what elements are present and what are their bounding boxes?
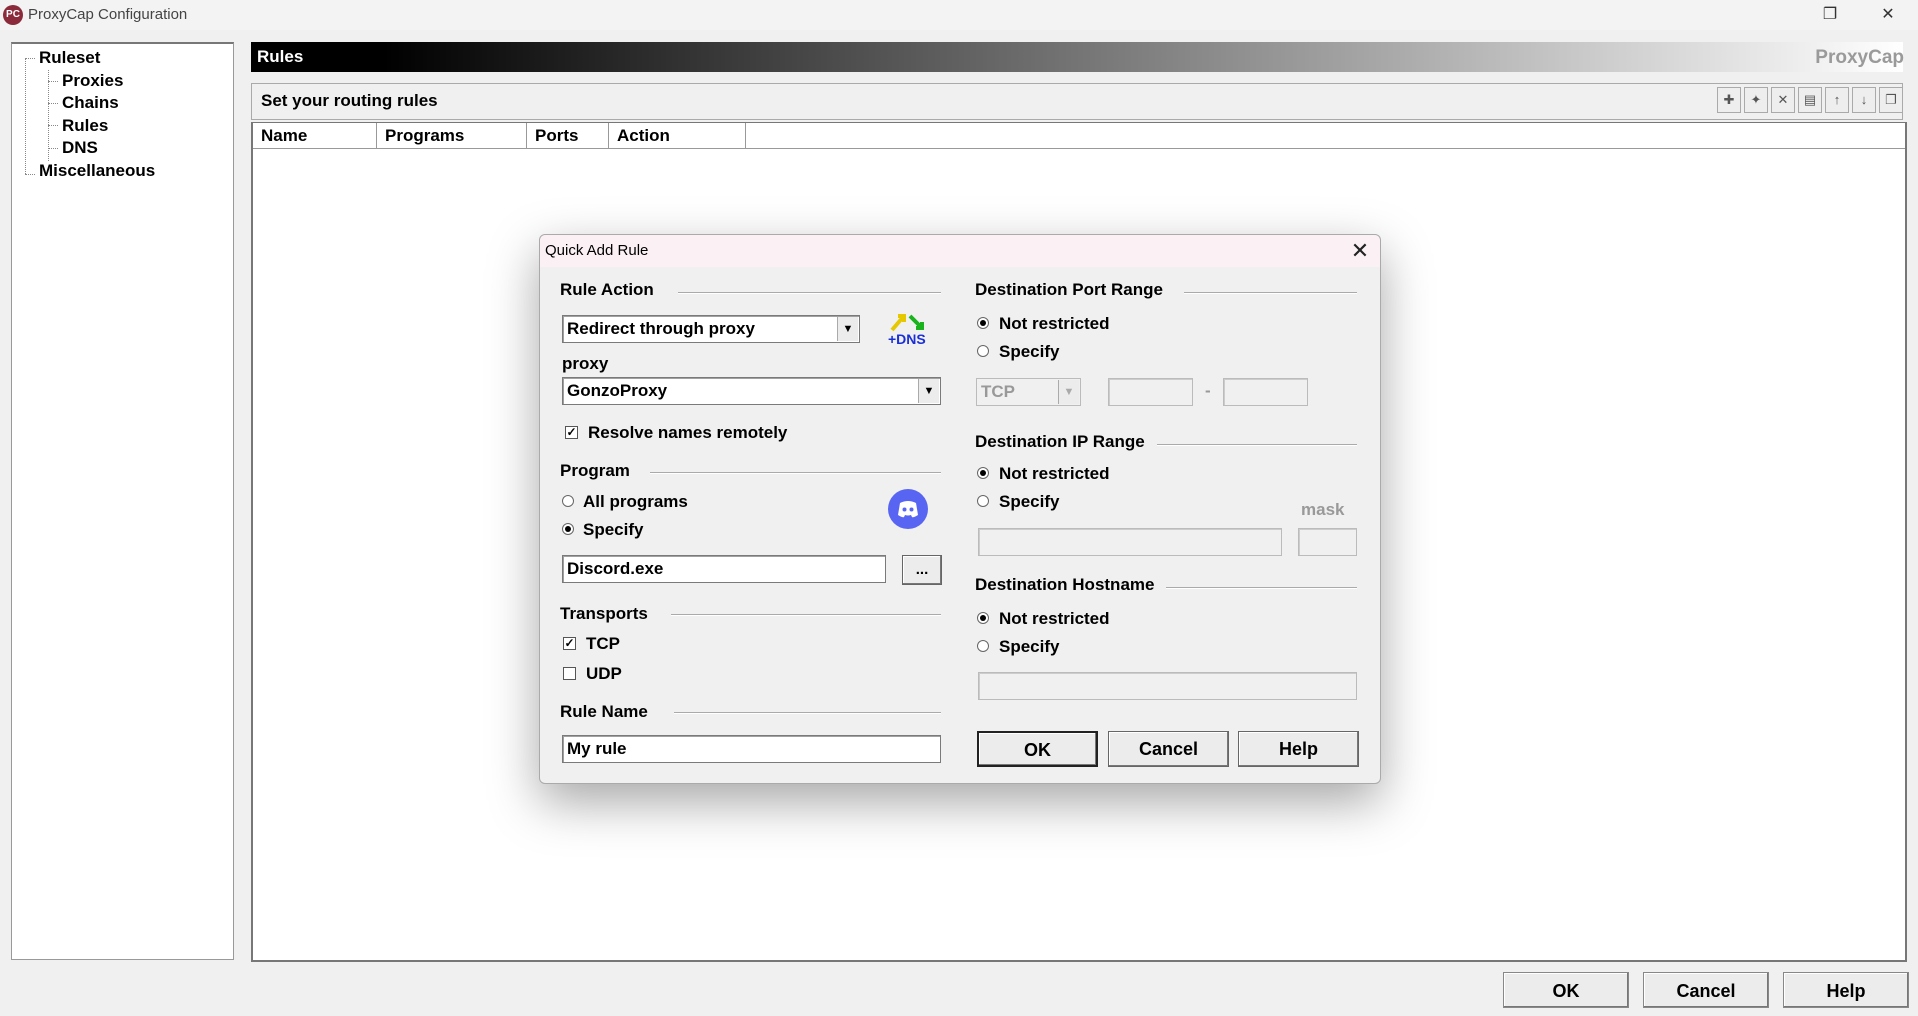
close-window-button[interactable]: ✕ bbox=[1860, 0, 1916, 30]
title-bar bbox=[0, 0, 1918, 30]
resolve-remotely-label[interactable]: Resolve names remotely bbox=[588, 423, 787, 443]
tcp-label[interactable]: TCP bbox=[586, 634, 620, 654]
app-icon: PC bbox=[3, 5, 23, 25]
rule-action-heading: Rule Action bbox=[560, 280, 654, 299]
tree-item-proxies[interactable]: Proxies bbox=[62, 71, 123, 91]
tree-item-miscellaneous[interactable]: Miscellaneous bbox=[39, 161, 155, 181]
resolve-remotely-checkbox[interactable]: ✓ bbox=[565, 426, 578, 439]
port-range-separator: - bbox=[1205, 381, 1211, 400]
subheader-bar bbox=[251, 83, 1903, 120]
dns-badge: +DNS bbox=[888, 331, 926, 347]
dialog-help-button[interactable]: Help bbox=[1238, 731, 1359, 767]
properties-icon[interactable]: ▤ bbox=[1798, 87, 1822, 113]
port-not-restricted-label[interactable]: Not restricted bbox=[999, 314, 1110, 334]
hostname-input[interactable] bbox=[978, 672, 1357, 700]
dialog-close-button[interactable]: ✕ bbox=[1346, 237, 1374, 265]
proxy-value: GonzoProxy bbox=[567, 381, 668, 400]
rule-action-value: Redirect through proxy bbox=[567, 319, 755, 338]
section-title: Rules bbox=[257, 47, 304, 66]
move-up-icon[interactable]: ↑ bbox=[1825, 87, 1849, 113]
move-down-icon[interactable]: ↓ bbox=[1852, 87, 1876, 113]
program-specify-radio[interactable] bbox=[562, 523, 574, 535]
ip-not-restricted-radio[interactable] bbox=[977, 467, 989, 479]
mask-label: mask bbox=[1301, 500, 1345, 519]
tcp-checkbox[interactable]: ✓ bbox=[563, 637, 576, 650]
rule-name-input[interactable]: My rule bbox=[562, 735, 941, 763]
tree-item-rules[interactable]: Rules bbox=[62, 116, 108, 136]
tree-item-ruleset[interactable]: Ruleset bbox=[39, 48, 100, 68]
ok-button[interactable]: OK bbox=[1503, 972, 1629, 1008]
udp-checkbox[interactable] bbox=[563, 667, 576, 680]
discord-icon bbox=[888, 489, 928, 529]
dialog-title: Quick Add Rule bbox=[545, 242, 649, 259]
window-title: ProxyCap Configuration bbox=[28, 6, 188, 23]
chevron-down-icon: ▼ bbox=[1058, 380, 1079, 404]
ip-mask-input[interactable] bbox=[1298, 528, 1357, 556]
dest-ip-heading: Destination IP Range bbox=[975, 432, 1145, 451]
transports-heading: Transports bbox=[560, 604, 648, 623]
port-from-input[interactable] bbox=[1108, 378, 1193, 406]
port-specify-radio[interactable] bbox=[977, 345, 989, 357]
program-heading: Program bbox=[560, 461, 630, 480]
program-specify-label[interactable]: Specify bbox=[583, 520, 643, 540]
port-not-restricted-radio[interactable] bbox=[977, 317, 989, 329]
help-button[interactable]: Help bbox=[1783, 972, 1909, 1008]
restore-button[interactable]: ❐ bbox=[1802, 0, 1858, 30]
new-rule-icon[interactable]: ✚ bbox=[1717, 87, 1741, 113]
browse-button[interactable]: ... bbox=[902, 555, 942, 585]
section-divider bbox=[671, 614, 941, 616]
protocol-select[interactable]: TCP ▼ bbox=[976, 378, 1081, 406]
section-divider bbox=[1184, 292, 1357, 294]
column-header-ports[interactable]: Ports bbox=[527, 123, 609, 149]
ip-address-input[interactable] bbox=[978, 528, 1282, 556]
udp-label[interactable]: UDP bbox=[586, 664, 622, 684]
dest-port-heading: Destination Port Range bbox=[975, 280, 1163, 299]
host-not-restricted-label[interactable]: Not restricted bbox=[999, 609, 1110, 629]
host-not-restricted-radio[interactable] bbox=[977, 612, 989, 624]
copy-icon[interactable]: ❐ bbox=[1879, 87, 1903, 113]
program-path-input[interactable]: Discord.exe bbox=[562, 555, 886, 583]
section-divider bbox=[1166, 587, 1357, 589]
redirect-dns-icon: +DNS bbox=[886, 310, 932, 348]
cancel-button[interactable]: Cancel bbox=[1643, 972, 1769, 1008]
section-divider bbox=[1157, 444, 1357, 446]
tree-item-chains[interactable]: Chains bbox=[62, 93, 119, 113]
rule-action-select[interactable]: Redirect through proxy ▼ bbox=[562, 315, 860, 343]
column-header-name[interactable]: Name bbox=[253, 123, 377, 149]
host-specify-radio[interactable] bbox=[977, 640, 989, 652]
section-divider bbox=[674, 712, 941, 714]
delete-icon[interactable]: ✕ bbox=[1771, 87, 1795, 113]
all-programs-radio[interactable] bbox=[562, 495, 574, 507]
ip-not-restricted-label[interactable]: Not restricted bbox=[999, 464, 1110, 484]
protocol-value: TCP bbox=[981, 382, 1015, 401]
wizard-icon[interactable]: ✦ bbox=[1744, 87, 1768, 113]
port-to-input[interactable] bbox=[1223, 378, 1308, 406]
all-programs-label[interactable]: All programs bbox=[583, 492, 688, 512]
section-divider bbox=[678, 292, 941, 294]
proxy-select[interactable]: GonzoProxy ▼ bbox=[562, 377, 941, 405]
chevron-down-icon: ▼ bbox=[837, 317, 858, 341]
dialog-cancel-button[interactable]: Cancel bbox=[1108, 731, 1229, 767]
ip-specify-radio[interactable] bbox=[977, 495, 989, 507]
chevron-down-icon: ▼ bbox=[918, 379, 939, 403]
section-divider bbox=[650, 472, 941, 474]
port-specify-label[interactable]: Specify bbox=[999, 342, 1059, 362]
column-header-action[interactable]: Action bbox=[609, 123, 746, 149]
dest-host-heading: Destination Hostname bbox=[975, 575, 1155, 594]
dialog-title-bar bbox=[540, 235, 1380, 267]
proxy-label: proxy bbox=[562, 354, 609, 373]
section-header bbox=[251, 42, 1903, 72]
dialog-ok-button[interactable]: OK bbox=[977, 731, 1098, 767]
navigation-tree: Ruleset Proxies Chains Rules DNS Miscell… bbox=[11, 42, 234, 960]
host-specify-label[interactable]: Specify bbox=[999, 637, 1059, 657]
column-header-filler bbox=[746, 123, 1905, 149]
brand-label: ProxyCap bbox=[1815, 47, 1904, 68]
subheader-text: Set your routing rules bbox=[261, 91, 438, 110]
column-header-programs[interactable]: Programs bbox=[377, 123, 527, 149]
ip-specify-label[interactable]: Specify bbox=[999, 492, 1059, 512]
rule-name-heading: Rule Name bbox=[560, 702, 648, 721]
tree-item-dns[interactable]: DNS bbox=[62, 138, 98, 158]
